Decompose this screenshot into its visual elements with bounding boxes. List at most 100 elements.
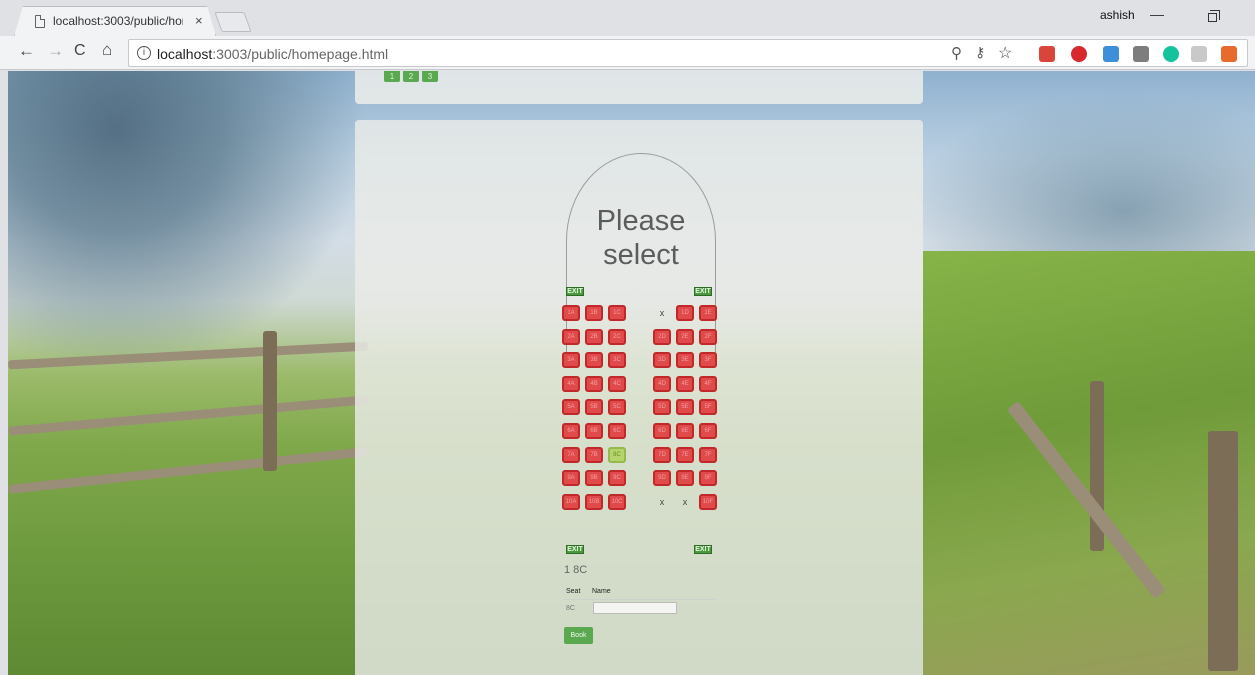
unavailable-seat: x xyxy=(659,496,665,507)
seat[interactable]: 9E xyxy=(676,470,694,487)
seat[interactable]: 6D xyxy=(653,423,671,439)
seat[interactable]: 4B xyxy=(585,375,603,392)
seat[interactable]: 10B xyxy=(585,493,603,510)
new-tab-button[interactable] xyxy=(214,12,252,32)
seat[interactable]: 3D xyxy=(653,352,671,369)
top-panel: 123 xyxy=(355,71,923,104)
seat[interactable]: 4C xyxy=(608,375,626,392)
seat[interactable]: 2E xyxy=(676,328,694,345)
seat[interactable]: 3E xyxy=(676,352,694,369)
name-column-header: Name xyxy=(592,588,611,595)
unavailable-seat: x xyxy=(659,308,665,318)
seat[interactable]: 7F xyxy=(699,446,717,463)
browser-toolbar: ← → C ⌂ i localhost:3003/public/homepage… xyxy=(0,36,1255,70)
exit-sign: EXIT xyxy=(566,287,584,296)
seat[interactable]: 3A xyxy=(562,352,580,369)
star-icon[interactable]: ☆ xyxy=(998,43,1012,63)
seat[interactable]: 6C xyxy=(608,423,626,439)
fence-post xyxy=(1208,431,1238,671)
seat[interactable]: 9D xyxy=(653,470,671,487)
seat[interactable]: 9A xyxy=(562,470,580,487)
seat[interactable]: 2B xyxy=(585,328,603,345)
disabled-extension-icon[interactable] xyxy=(1191,46,1207,62)
seat[interactable]: 2F xyxy=(699,328,717,345)
selected-seat[interactable]: 8C xyxy=(608,446,626,463)
seat[interactable]: 9B xyxy=(585,470,603,487)
home-icon[interactable]: ⌂ xyxy=(102,40,112,60)
page-3-button[interactable]: 3 xyxy=(422,71,438,82)
seat[interactable]: 7B xyxy=(585,446,603,463)
background-mountain xyxy=(8,71,368,371)
seat[interactable]: 6F xyxy=(699,423,717,439)
profile-extension-icon[interactable] xyxy=(1221,46,1237,62)
seat[interactable]: 5D xyxy=(653,399,671,416)
seat[interactable]: 3C xyxy=(608,352,626,369)
seat[interactable]: 9C xyxy=(608,470,626,487)
url-text[interactable]: localhost:3003/public/homepage.html xyxy=(157,46,388,62)
seat[interactable]: 5C xyxy=(608,399,626,416)
passenger-name-input[interactable] xyxy=(593,602,677,614)
seat[interactable]: 5B xyxy=(585,399,603,416)
exit-sign: EXIT xyxy=(694,287,712,296)
book-button[interactable]: Book xyxy=(564,627,593,644)
seat[interactable]: 6A xyxy=(562,423,580,439)
seat[interactable]: 3F xyxy=(699,352,717,369)
window-blue-icon[interactable] xyxy=(1103,46,1119,62)
seat[interactable]: 2C xyxy=(608,328,626,345)
seat[interactable]: 7D xyxy=(653,446,671,463)
exit-sign: EXIT xyxy=(694,545,712,554)
background-field xyxy=(923,251,1255,675)
seat[interactable]: 4E xyxy=(676,375,694,392)
seat[interactable]: 2A xyxy=(562,328,580,345)
seat[interactable]: 9F xyxy=(699,470,717,487)
adblock-plus-icon[interactable] xyxy=(1071,46,1087,62)
seat[interactable]: 4D xyxy=(653,375,671,392)
seat[interactable]: 4A xyxy=(562,375,580,392)
browser-tab[interactable]: localhost:3003/public/homepage.html × xyxy=(14,6,216,36)
seat[interactable]: 1C xyxy=(608,305,626,321)
page-2-button[interactable]: 2 xyxy=(403,71,419,82)
grammarly-icon[interactable] xyxy=(1163,46,1179,62)
restore-icon[interactable] xyxy=(1208,10,1220,22)
selection-summary: 1 8C xyxy=(564,564,588,576)
seat-column-header: Seat xyxy=(566,588,581,595)
key-icon[interactable]: ⚷ xyxy=(975,44,985,61)
forward-icon[interactable]: → xyxy=(47,41,64,61)
page-1-button[interactable]: 1 xyxy=(384,71,400,82)
seat[interactable]: 5E xyxy=(676,399,694,416)
seat-selection-panel: Please select EXIT EXIT EXIT EXIT 1A 1B 1C… xyxy=(355,120,923,675)
seat[interactable]: 6B xyxy=(585,423,603,439)
seat[interactable]: 5F xyxy=(699,399,717,416)
fence-post xyxy=(263,331,277,471)
page-icon xyxy=(35,15,45,28)
reload-icon[interactable]: C xyxy=(74,42,86,60)
seat[interactable]: 10A xyxy=(562,493,580,510)
close-icon[interactable]: × xyxy=(195,13,203,28)
address-bar[interactable]: i localhost:3003/public/homepage.html ⚲ … xyxy=(128,39,1248,67)
seat[interactable]: 1B xyxy=(585,305,603,321)
unavailable-seat: x xyxy=(682,496,688,507)
tab-strip: localhost:3003/public/homepage.html × as… xyxy=(0,0,1255,36)
seat[interactable]: 1E xyxy=(699,305,717,321)
seat[interactable]: 7E xyxy=(676,446,694,463)
seat[interactable]: 5A xyxy=(562,399,580,416)
booking-seat-value: 8C xyxy=(566,605,575,612)
seatmap-heading: Please select xyxy=(596,205,686,271)
minimize-icon[interactable]: — xyxy=(1150,6,1164,22)
seat[interactable]: 4F xyxy=(699,375,717,392)
bookmark-red-icon[interactable] xyxy=(1039,46,1055,62)
seat[interactable]: 1A xyxy=(562,305,580,321)
seat[interactable]: 10C xyxy=(608,493,626,510)
seat[interactable]: 1D xyxy=(676,305,694,321)
profile-name[interactable]: ashish xyxy=(1100,8,1135,22)
seat[interactable]: 2D xyxy=(653,328,671,345)
square-grey-icon[interactable] xyxy=(1133,46,1149,62)
seat[interactable]: 7A xyxy=(562,446,580,463)
seat[interactable]: 3B xyxy=(585,352,603,369)
seat[interactable]: 10F xyxy=(699,493,717,510)
zoom-icon[interactable]: ⚲ xyxy=(951,44,962,62)
info-icon[interactable]: i xyxy=(137,46,151,60)
seat[interactable]: 6E xyxy=(676,423,694,439)
page-viewport: 123 Please select EXIT EXIT EXIT EXIT 1A… xyxy=(8,71,1255,675)
back-icon[interactable]: ← xyxy=(18,41,35,61)
